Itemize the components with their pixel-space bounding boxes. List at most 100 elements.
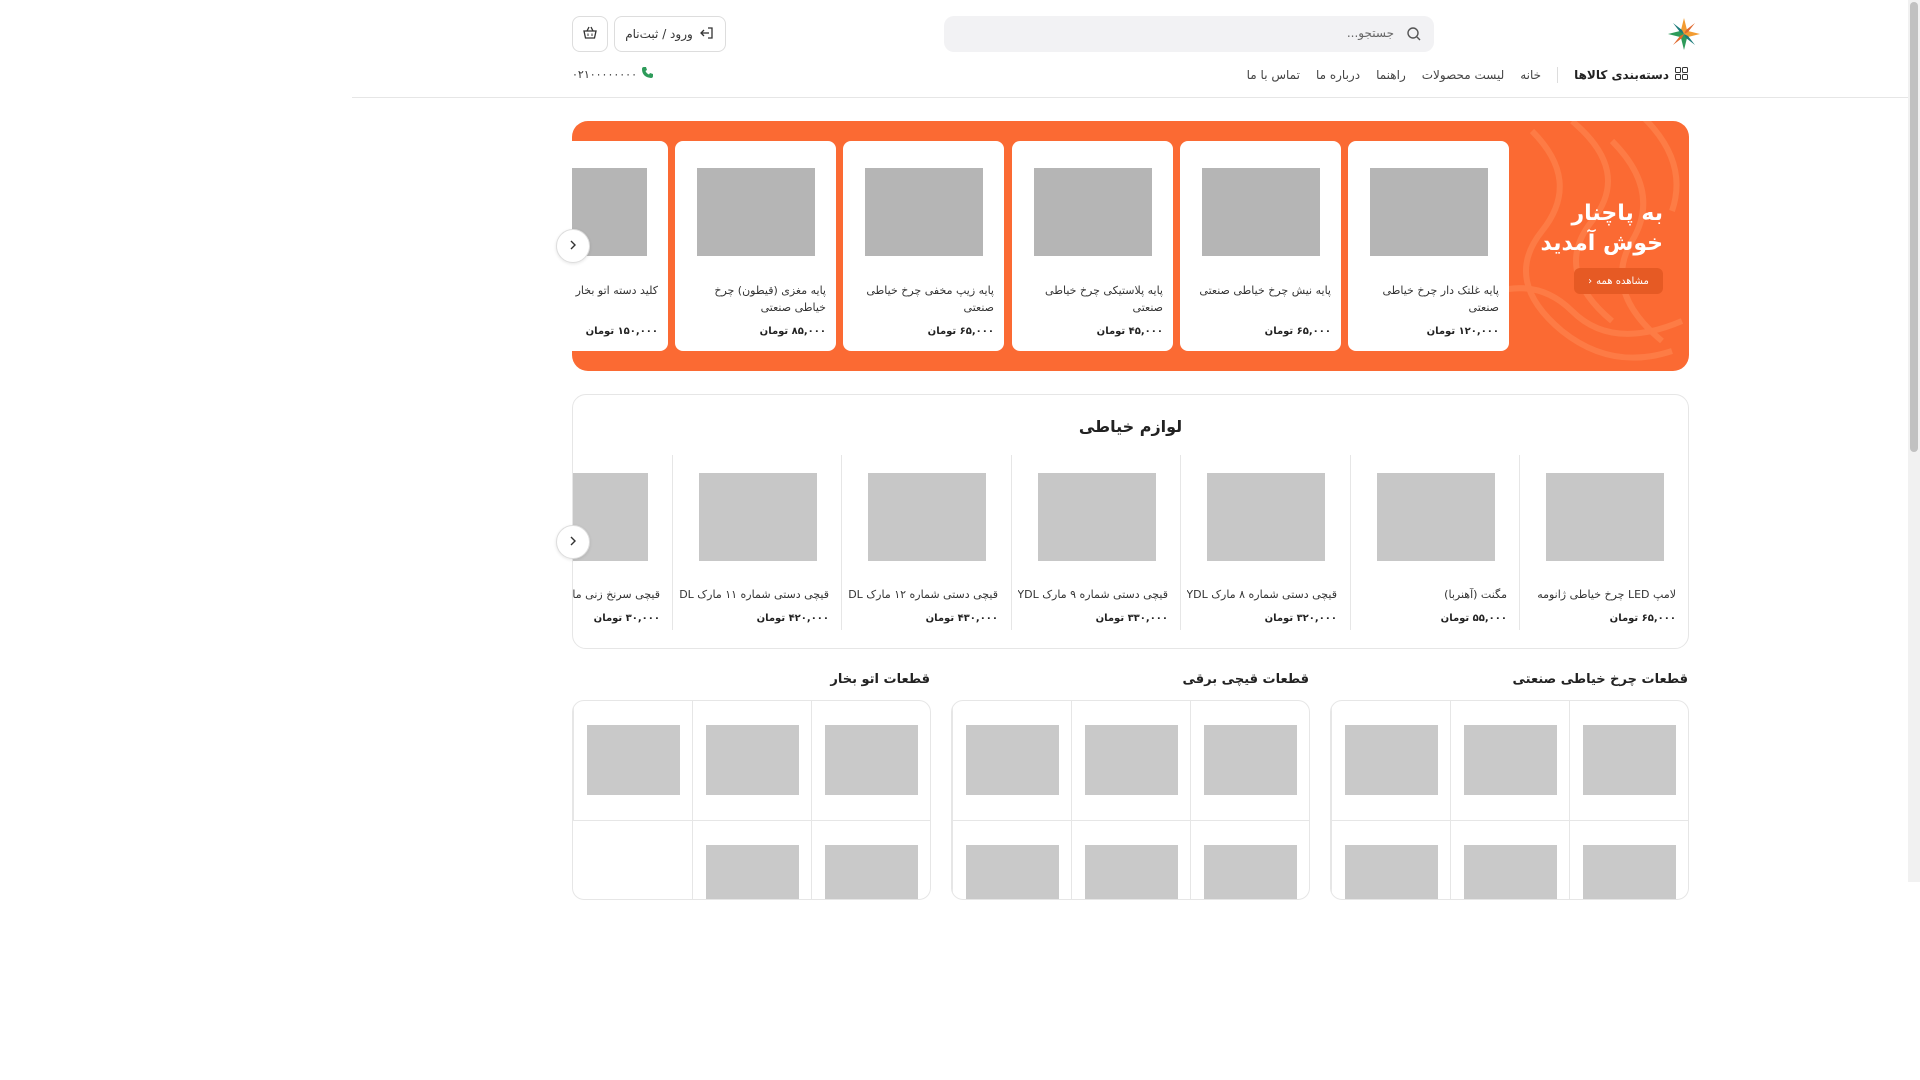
product-name[interactable]: پایه غلتک دار چرخ خیاطی صنعتی bbox=[1359, 282, 1499, 316]
grid-item[interactable] bbox=[1331, 701, 1450, 821]
product-image[interactable] bbox=[1546, 473, 1664, 561]
product-name[interactable]: قیچی دستی شماره ۱۱ مارک YDL bbox=[679, 588, 829, 601]
group-title[interactable]: قطعات قیچی برقی bbox=[1183, 672, 1309, 687]
product-image[interactable] bbox=[587, 725, 680, 795]
search-box[interactable]: جستجو... bbox=[944, 16, 1434, 52]
nav-products[interactable]: لیست محصولات bbox=[1422, 68, 1505, 82]
product-price: ۶۵,۰۰۰ تومان bbox=[1264, 326, 1331, 337]
hero-next-button[interactable] bbox=[556, 229, 590, 263]
grid-item[interactable] bbox=[1071, 701, 1190, 821]
product-image[interactable] bbox=[865, 168, 983, 256]
product-name[interactable]: کلید دسته اتو بخار ... bbox=[572, 282, 658, 299]
grid-item[interactable] bbox=[1450, 821, 1569, 899]
grid-item[interactable] bbox=[573, 701, 692, 821]
product-card[interactable]: قیچی دستی شماره ۸ مارک YDL ۳۲۰,۰۰۰ تومان bbox=[1180, 455, 1349, 630]
chevron-left-icon bbox=[568, 239, 578, 253]
nav-about[interactable]: درباره ما bbox=[1316, 68, 1360, 82]
phone-number: ۰۲۱۰۰۰۰۰۰۰۰ bbox=[572, 67, 637, 81]
grid-item[interactable] bbox=[811, 701, 930, 821]
product-card[interactable]: پایه غلتک دار چرخ خیاطی صنعتی ۱۲۰,۰۰۰ تو… bbox=[1348, 141, 1509, 351]
product-card[interactable]: قیچی دستی شماره ۱۲ مارک YDL ۴۳۰,۰۰۰ توما… bbox=[841, 455, 1010, 630]
group-title[interactable]: قطعات چرخ خیاطی صنعتی bbox=[1513, 672, 1688, 687]
grid-item[interactable] bbox=[692, 821, 811, 899]
product-name[interactable]: پایه نیش چرخ خیاطی صنعتی bbox=[1191, 282, 1331, 299]
product-image[interactable] bbox=[1085, 845, 1178, 899]
product-image[interactable] bbox=[697, 168, 815, 256]
categories-label: دسته‌بندی کالاها bbox=[1574, 68, 1669, 82]
product-image[interactable] bbox=[1345, 725, 1438, 795]
site-logo[interactable] bbox=[1666, 16, 1702, 52]
product-image[interactable] bbox=[1370, 168, 1488, 256]
product-image[interactable] bbox=[1377, 473, 1495, 561]
product-name[interactable]: قیچی سرنخ زنی مار... bbox=[573, 588, 660, 601]
section-title: لوازم خیاطی bbox=[1078, 417, 1183, 436]
product-image[interactable] bbox=[966, 845, 1059, 899]
grid-item[interactable] bbox=[1331, 821, 1450, 899]
product-image[interactable] bbox=[1345, 845, 1438, 899]
product-price: ۱۵۰,۰۰۰ تومان bbox=[585, 326, 658, 337]
page-scrollbar[interactable] bbox=[1908, 0, 1920, 882]
categories-menu[interactable]: دسته‌بندی کالاها bbox=[1557, 67, 1688, 83]
cart-button[interactable] bbox=[572, 16, 608, 52]
login-button[interactable]: ورود / ثبت‌نام bbox=[614, 16, 726, 52]
nav-contact[interactable]: تماس با ما bbox=[1247, 68, 1300, 82]
product-name[interactable]: قیچی دستی شماره ۱۲ مارک YDL bbox=[848, 588, 998, 601]
grid-item[interactable] bbox=[811, 821, 930, 899]
product-image[interactable] bbox=[1207, 473, 1325, 561]
nav-home[interactable]: خانه bbox=[1520, 68, 1541, 82]
product-image[interactable] bbox=[706, 845, 799, 899]
chevron-left-icon: ‹ bbox=[1588, 275, 1593, 287]
scrollbar-thumb[interactable] bbox=[1910, 2, 1918, 452]
group-title[interactable]: قطعات اتو بخار bbox=[830, 672, 930, 687]
grid-item[interactable] bbox=[1071, 821, 1190, 899]
product-image[interactable] bbox=[966, 725, 1059, 795]
product-name[interactable]: قیچی دستی شماره ۸ مارک YDL bbox=[1187, 588, 1337, 601]
grid-item[interactable] bbox=[952, 821, 1071, 899]
product-image[interactable] bbox=[706, 725, 799, 795]
product-image[interactable] bbox=[1464, 845, 1557, 899]
search-input[interactable]: جستجو... bbox=[1347, 26, 1394, 40]
industrial-parts-grid bbox=[1330, 700, 1689, 900]
grid-item[interactable] bbox=[1569, 821, 1688, 899]
product-image[interactable] bbox=[1204, 845, 1297, 899]
product-card[interactable]: مگنت (آهنربا) ۵۵,۰۰۰ تومان bbox=[1350, 455, 1519, 630]
product-price: ۴۳۰,۰۰۰ تومان bbox=[925, 613, 998, 624]
product-image[interactable] bbox=[1583, 725, 1676, 795]
product-image[interactable] bbox=[1464, 725, 1557, 795]
sewing-next-button[interactable] bbox=[556, 525, 590, 559]
product-image[interactable] bbox=[1038, 473, 1156, 561]
product-image[interactable] bbox=[1085, 725, 1178, 795]
grid-item[interactable] bbox=[952, 701, 1071, 821]
product-image[interactable] bbox=[1583, 845, 1676, 899]
product-card[interactable]: پایه پلاستیکی چرخ خیاطی صنعتی ۴۵,۰۰۰ توم… bbox=[1012, 141, 1173, 351]
product-card[interactable]: پایه نیش چرخ خیاطی صنعتی ۶۵,۰۰۰ تومان bbox=[1180, 141, 1341, 351]
product-image[interactable] bbox=[1204, 725, 1297, 795]
product-card[interactable]: پایه مغزی (قیطون) چرخ خیاطی صنعتی ۸۵,۰۰۰… bbox=[675, 141, 836, 351]
grid-item[interactable] bbox=[1190, 701, 1309, 821]
grid-item[interactable] bbox=[692, 701, 811, 821]
nav-guide[interactable]: راهنما bbox=[1376, 68, 1406, 82]
product-image[interactable] bbox=[825, 725, 918, 795]
phone-icon bbox=[641, 66, 654, 82]
product-name[interactable]: پایه مغزی (قیطون) چرخ خیاطی صنعتی bbox=[686, 282, 826, 316]
product-image[interactable] bbox=[699, 473, 817, 561]
grid-item[interactable] bbox=[1190, 821, 1309, 899]
grid-item[interactable] bbox=[1569, 701, 1688, 821]
product-name[interactable]: لامپ LED چرخ خیاطی ژانومه bbox=[1526, 588, 1676, 601]
product-price: ۴۲۰,۰۰۰ تومان bbox=[756, 613, 829, 624]
product-card[interactable]: لامپ LED چرخ خیاطی ژانومه ۶۵,۰۰۰ تومان bbox=[1519, 455, 1688, 630]
view-all-button[interactable]: مشاهده همه ‹ bbox=[1574, 268, 1663, 294]
grid-item[interactable] bbox=[1450, 701, 1569, 821]
product-image[interactable] bbox=[825, 845, 918, 899]
product-image[interactable] bbox=[868, 473, 986, 561]
product-card[interactable]: قیچی دستی شماره ۱۱ مارک YDL ۴۲۰,۰۰۰ توما… bbox=[672, 455, 841, 630]
product-name[interactable]: پایه زیپ مخفی چرخ خیاطی صنعتی bbox=[854, 282, 994, 316]
product-image[interactable] bbox=[1202, 168, 1320, 256]
product-card[interactable]: قیچی دستی شماره ۹ مارک YDL ۳۳۰,۰۰۰ تومان bbox=[1011, 455, 1180, 630]
product-name[interactable]: قیچی دستی شماره ۹ مارک YDL bbox=[1018, 588, 1168, 601]
product-image[interactable] bbox=[1034, 168, 1152, 256]
product-name[interactable]: پایه پلاستیکی چرخ خیاطی صنعتی bbox=[1023, 282, 1163, 316]
product-name[interactable]: مگنت (آهنربا) bbox=[1357, 588, 1507, 601]
phone-contact[interactable]: ۰۲۱۰۰۰۰۰۰۰۰ bbox=[572, 66, 654, 82]
product-card[interactable]: پایه زیپ مخفی چرخ خیاطی صنعتی ۶۵,۰۰۰ توم… bbox=[843, 141, 1004, 351]
